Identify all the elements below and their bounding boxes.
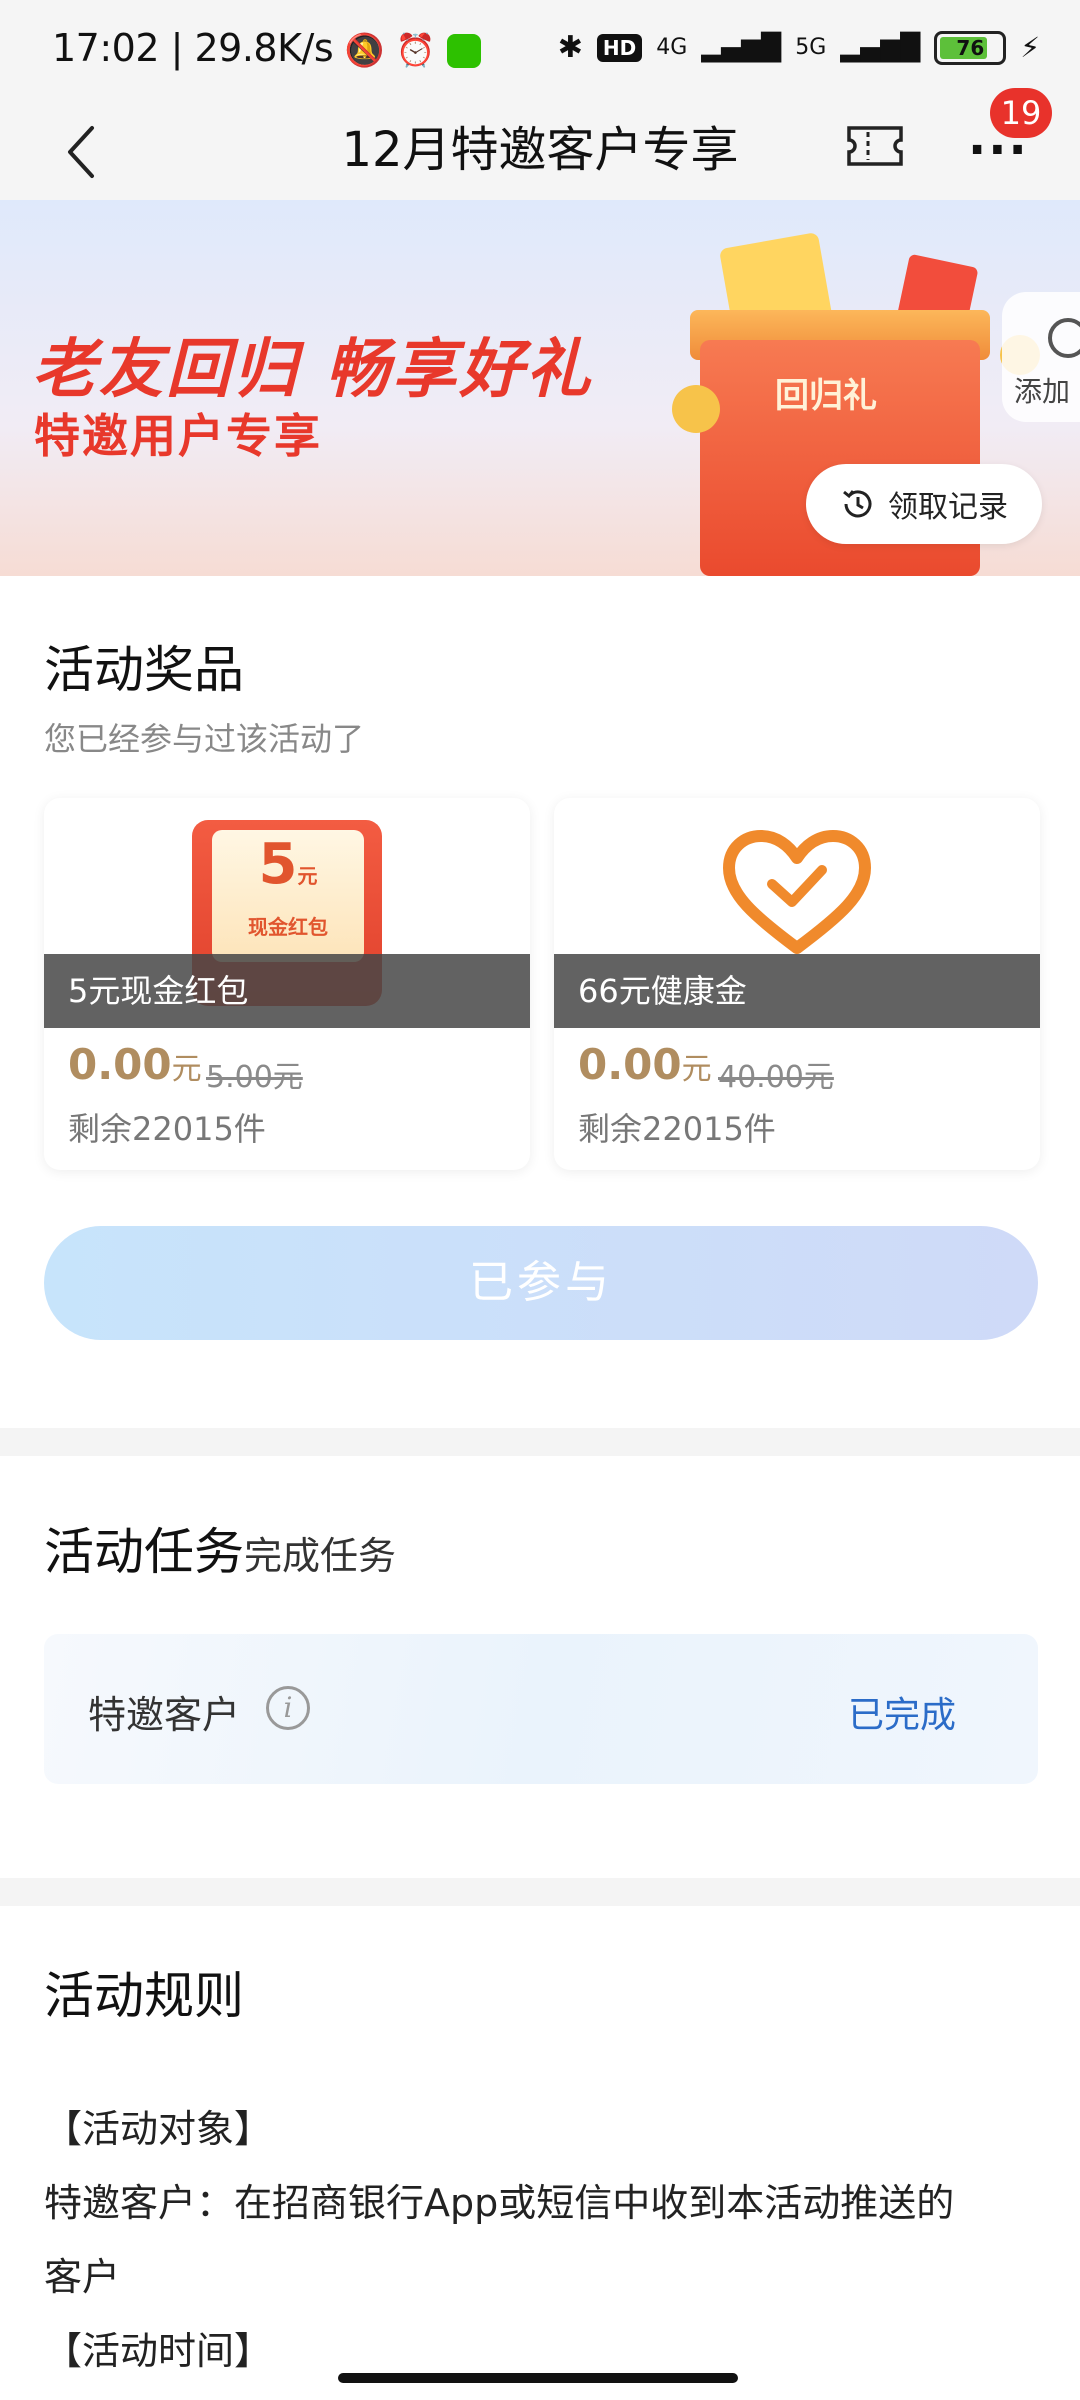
hd-icon: HD [596,33,643,62]
tasks-subtitle: 完成任务 [244,1534,397,1578]
prize-name: 66元健康金 [554,954,1040,1028]
separator: | [170,26,195,70]
prize-stock: 剩余22015件 [578,1110,776,1148]
promo-banner: 老友回归 畅享好礼 特邀用户专享 回归礼 添加 领取记录 [0,200,1080,576]
clock: 17:02 [52,26,160,70]
signal-4g: 4G [656,35,688,60]
rules-line: 特邀客户：在招商银行App或短信中收到本活动推送的 [44,2181,955,2225]
section-divider [0,1878,1080,1906]
prize-original-price: 5.00元 [206,1060,303,1095]
rules-line: 【活动时间】 [44,2329,273,2373]
wechat-icon [446,33,481,68]
home-indicator[interactable] [338,2373,738,2383]
gift-label: 回归礼 [775,376,877,416]
tasks-title-text: 活动任务 [44,1523,244,1581]
page-title: 12月特邀客户专享 [341,122,739,178]
claim-record-label: 领取记录 [888,490,1008,525]
battery-level: 76 [956,35,985,60]
prize-card-cash[interactable]: 5元 现金红包 5元现金红包 0.00元 5.00元 剩余22015件 [44,798,530,1170]
joined-button[interactable]: 已参与 [44,1226,1038,1340]
red-packet-face: 5元 现金红包 [212,830,364,962]
prize-card-health[interactable]: 66元健康金 0.00元 40.00元 剩余22015件 [554,798,1040,1170]
signal-5g: 5G [795,35,827,60]
section-divider [0,1428,1080,1456]
nav-bar: 12月特邀客户专享 ··· [0,100,1080,200]
red-packet-unit: 元 [297,864,318,888]
prize-stock: 剩余22015件 [68,1110,266,1148]
status-time: 17:02 | 29.8K/s 🔕 ⏰ [52,26,481,70]
prize-name: 5元现金红包 [44,954,530,1028]
task-name: 特邀客户 [88,1693,241,1737]
mute-icon: 🔕 [344,31,385,69]
notification-badge: 19 [990,88,1052,138]
alarm-icon: ⏰ [395,31,436,69]
claim-record-button[interactable]: 领取记录 [806,464,1042,544]
info-icon[interactable]: i [266,1686,310,1730]
banner-headline: 老友回归 畅享好礼 [32,333,594,407]
rules-line: 【活动对象】 [44,2107,273,2151]
ticket-icon[interactable] [846,124,904,168]
prize-price: 0.00元 [578,1040,712,1089]
prize-price: 0.00元 [68,1040,202,1089]
banner-subline: 特邀用户专享 [34,409,322,463]
rules-title: 活动规则 [44,1967,244,2025]
battery-icon: 76 [934,30,1007,65]
status-bar: 17:02 | 29.8K/s 🔕 ⏰ ✱ HD 4G ▂▄▆█ 5G ▂▄▆█… [0,0,1080,100]
signal-bars-icon: ▂▄▆█ [701,32,782,63]
red-packet-amount: 5 [258,832,298,897]
charging-icon: ⚡ [1020,31,1040,64]
bluetooth-icon: ✱ [557,30,583,65]
prize-original-price: 40.00元 [718,1060,834,1095]
red-packet-text: 现金红包 [248,915,328,939]
tasks-title: 活动任务完成任务 [44,1512,396,1584]
status-right: ✱ HD 4G ▂▄▆█ 5G ▂▄▆█ 76 ⚡ [558,30,1040,65]
add-shortcut-label: 添加 [1014,375,1071,408]
rules-line: 客户 [44,2255,121,2299]
prizes-title: 活动奖品 [44,641,244,699]
clock-icon [1048,318,1080,358]
net-speed: 29.8K/s [194,26,334,70]
prizes-subtitle: 您已经参与过该活动了 [44,720,365,758]
signal-bars-icon: ▂▄▆█ [840,32,921,63]
coin-illustration [672,385,720,433]
task-status: 已完成 [848,1695,957,1736]
history-icon [843,490,872,518]
